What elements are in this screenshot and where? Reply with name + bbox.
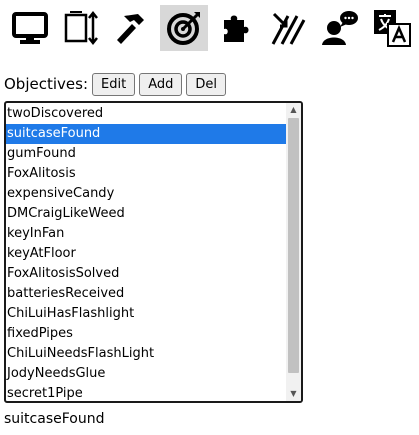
puzzle-icon bbox=[224, 15, 249, 42]
target-icon bbox=[167, 12, 200, 45]
del-button[interactable]: Del bbox=[186, 72, 226, 96]
tool-hammer[interactable] bbox=[108, 5, 156, 51]
objectives-label: Objectives: bbox=[4, 75, 88, 93]
list-item[interactable]: gumFound bbox=[6, 144, 288, 164]
hammer-icon bbox=[117, 14, 144, 44]
add-button[interactable]: Add bbox=[139, 72, 183, 96]
resize-icon bbox=[64, 10, 98, 46]
list-item[interactable]: ChiLuiNeedsFlashLight bbox=[6, 344, 288, 364]
scroll-down-arrow-icon[interactable]: ▼ bbox=[286, 387, 301, 401]
translate-icon bbox=[374, 10, 411, 47]
monitor-icon bbox=[12, 12, 48, 44]
tool-translate[interactable] bbox=[368, 5, 416, 51]
list-item[interactable]: suitcaseFound bbox=[6, 124, 288, 144]
list-item[interactable]: keyAtFloor bbox=[6, 244, 288, 264]
tool-slash-arrow[interactable] bbox=[264, 5, 312, 51]
tool-resize[interactable] bbox=[56, 5, 104, 51]
list-item[interactable]: DMCraigLikeWeed bbox=[6, 204, 288, 224]
scroll-up-arrow-icon[interactable]: ▲ bbox=[286, 103, 301, 117]
list-item[interactable]: JodyNeedsGlue bbox=[6, 364, 288, 384]
tool-puzzle[interactable] bbox=[212, 5, 260, 51]
speaking-person-icon bbox=[322, 11, 358, 45]
edit-button[interactable]: Edit bbox=[92, 72, 136, 96]
list-scrollbar[interactable]: ▲ ▼ bbox=[286, 103, 301, 401]
list-item[interactable]: fixedPipes bbox=[6, 324, 288, 344]
tool-monitor[interactable] bbox=[6, 5, 54, 51]
list-item[interactable]: twoDiscovered bbox=[6, 104, 288, 124]
objectives-list: twoDiscovered suitcaseFound gumFound Fox… bbox=[6, 104, 288, 401]
tool-target[interactable] bbox=[160, 5, 208, 51]
objectives-controls: Objectives: Edit Add Del bbox=[4, 72, 230, 96]
list-item[interactable]: keyInFan bbox=[6, 224, 288, 244]
tool-speaking-person[interactable] bbox=[316, 5, 364, 51]
list-item[interactable]: FoxAlitosisSolved bbox=[6, 264, 288, 284]
selected-objective-value: suitcaseFound bbox=[4, 411, 105, 427]
toolbar bbox=[0, 0, 419, 52]
list-item[interactable]: ChiLuiHasFlashlight bbox=[6, 304, 288, 324]
objectives-listbox[interactable]: twoDiscovered suitcaseFound gumFound Fox… bbox=[4, 101, 303, 403]
list-item[interactable]: secret1Pipe bbox=[6, 384, 288, 401]
slash-arrow-icon bbox=[271, 12, 306, 45]
scrollbar-thumb[interactable] bbox=[288, 118, 299, 373]
list-item[interactable]: FoxAlitosis bbox=[6, 164, 288, 184]
list-item[interactable]: expensiveCandy bbox=[6, 184, 288, 204]
list-item[interactable]: batteriesReceived bbox=[6, 284, 288, 304]
